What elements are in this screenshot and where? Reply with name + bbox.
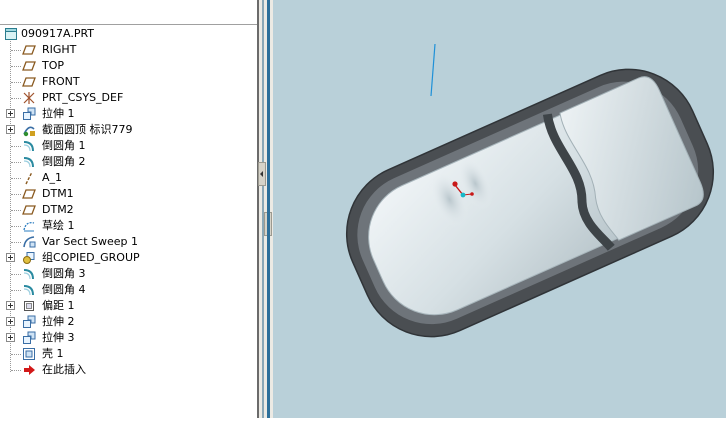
- tree-item-label: TOP: [42, 59, 65, 72]
- sweep-icon: [22, 235, 36, 249]
- tree-item-label: 拉伸 2: [42, 315, 75, 328]
- panel-splitter[interactable]: [257, 0, 273, 418]
- tree-item-right[interactable]: RIGHT: [0, 42, 257, 58]
- expand-toggle[interactable]: [6, 109, 15, 118]
- part-icon: [4, 27, 18, 41]
- tree-item-section-dome[interactable]: 截面圆顶 标识779: [0, 122, 257, 138]
- part-model-render: [345, 43, 715, 338]
- round-icon: [22, 155, 36, 169]
- tree-item-label: 倒圆角 1: [42, 139, 86, 152]
- splitter-edge: [262, 0, 264, 418]
- tree-item-label: A_1: [42, 171, 63, 184]
- tree-item-label: 倒圆角 4: [42, 283, 86, 296]
- tree-item-sketch-1[interactable]: 草绘 1: [0, 218, 257, 234]
- datum-plane-icon: [22, 203, 36, 217]
- csys-icon: [22, 91, 36, 105]
- sketch-icon: [22, 219, 36, 233]
- tree-item-round-4[interactable]: 倒圆角 4: [0, 282, 257, 298]
- insert-here-icon: [22, 363, 36, 377]
- tree-item-label: 偏距 1: [42, 299, 75, 312]
- tree-item-label: 倒圆角 2: [42, 155, 86, 168]
- tree-item-dtm2[interactable]: DTM2: [0, 202, 257, 218]
- model-tree-header: [0, 0, 257, 25]
- tree-item-top[interactable]: TOP: [0, 58, 257, 74]
- tree-item-label: 壳 1: [42, 347, 64, 360]
- tree-item-round-2[interactable]: 倒圆角 2: [0, 154, 257, 170]
- datum-plane-icon: [22, 75, 36, 89]
- tree-item-extrude-2[interactable]: 拉伸 2: [0, 314, 257, 330]
- round-icon: [22, 139, 36, 153]
- tree-item-offset-1[interactable]: 偏距 1: [0, 298, 257, 314]
- tree-item-label: 拉伸 3: [42, 331, 75, 344]
- tree-item-prt-csys-def[interactable]: PRT_CSYS_DEF: [0, 90, 257, 106]
- viewport-border: [267, 0, 270, 418]
- datum-plane-icon: [22, 43, 36, 57]
- extrude-icon: [22, 107, 36, 121]
- tree-item-label: RIGHT: [42, 43, 77, 56]
- datum-axis-line: [430, 43, 436, 97]
- tree-item-dtm1[interactable]: DTM1: [0, 186, 257, 202]
- tree-item-insert-here[interactable]: 在此插入: [0, 362, 257, 378]
- expand-toggle[interactable]: [6, 317, 15, 326]
- tree-item-label: FRONT: [42, 75, 80, 88]
- collapse-panel-handle[interactable]: [258, 162, 266, 186]
- tree-item-label: 在此插入: [42, 363, 86, 376]
- tree-item-copied-group[interactable]: 组COPIED_GROUP: [0, 250, 257, 266]
- tree-item-round-1[interactable]: 倒圆角 1: [0, 138, 257, 154]
- tree-item-label: 拉伸 1: [42, 107, 75, 120]
- graphics-viewport[interactable]: [273, 0, 726, 418]
- tree-item-label: 草绘 1: [42, 219, 75, 232]
- round-icon: [22, 267, 36, 281]
- offset-icon: [22, 299, 36, 313]
- expand-toggle[interactable]: [6, 301, 15, 310]
- tree-item-label: Var Sect Sweep 1: [42, 235, 139, 248]
- expand-toggle[interactable]: [6, 253, 15, 262]
- tree-root-label: 090917A.PRT: [21, 27, 95, 40]
- tree-item-label: PRT_CSYS_DEF: [42, 91, 124, 104]
- tree-item-front[interactable]: FRONT: [0, 74, 257, 90]
- section-dome-icon: [22, 123, 36, 137]
- round-icon: [22, 283, 36, 297]
- tree-item-label: DTM1: [42, 187, 74, 200]
- tree-item-var-sect-sweep-1[interactable]: Var Sect Sweep 1: [0, 234, 257, 250]
- tree-item-label: 截面圆顶 标识779: [42, 123, 133, 136]
- tree-item-shell-1[interactable]: 壳 1: [0, 346, 257, 362]
- tree-item-label: 组COPIED_GROUP: [42, 251, 140, 264]
- splitter-edge: [257, 0, 259, 418]
- tree-item-extrude-1[interactable]: 拉伸 1: [0, 106, 257, 122]
- group-icon: [22, 251, 36, 265]
- expand-toggle[interactable]: [6, 125, 15, 134]
- shell-icon: [22, 347, 36, 361]
- tree-root-part[interactable]: 090917A.PRT: [0, 26, 257, 42]
- tree-item-round-3[interactable]: 倒圆角 3: [0, 266, 257, 282]
- datum-plane-icon: [22, 187, 36, 201]
- tree-item-extrude-3[interactable]: 拉伸 3: [0, 330, 257, 346]
- extrude-icon: [22, 315, 36, 329]
- datum-plane-icon: [22, 59, 36, 73]
- extrude-icon: [22, 331, 36, 345]
- model-tree-panel: 090917A.PRT RIGHT TOP FRONT PRT_CSYS_DEF…: [0, 0, 257, 418]
- tree-item-label: 倒圆角 3: [42, 267, 86, 280]
- datum-axis-icon: [22, 171, 36, 185]
- tree-item-a-1[interactable]: A_1: [0, 170, 257, 186]
- tree-item-label: DTM2: [42, 203, 74, 216]
- expand-toggle[interactable]: [6, 333, 15, 342]
- model-tree: 090917A.PRT RIGHT TOP FRONT PRT_CSYS_DEF…: [0, 26, 257, 378]
